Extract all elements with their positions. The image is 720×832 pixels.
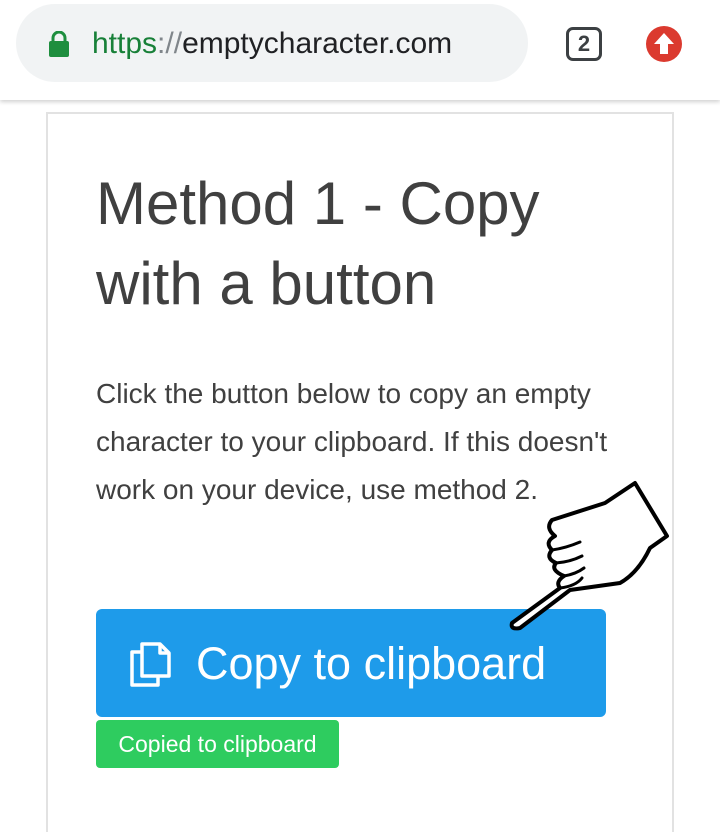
url-separator: :// [157,27,183,60]
page-title: Method 1 - Copy with a button [96,170,540,317]
update-arrow-icon[interactable] [646,26,682,62]
url-host: emptycharacter.com [182,27,453,60]
hand-pointer-icon [509,481,669,631]
copied-status-badge: Copied to clipboard [96,720,339,768]
copy-button-label[interactable]: Copy to clipboard [196,636,546,692]
url-scheme: https [92,27,158,60]
tab-switcher-button[interactable]: 2 [566,27,602,61]
copy-icon[interactable] [128,640,172,688]
url-text[interactable]: https://emptycharacter.com [92,24,452,64]
browser-toolbar: https://emptycharacter.com 2 [0,0,720,100]
lock-icon[interactable] [48,31,70,57]
